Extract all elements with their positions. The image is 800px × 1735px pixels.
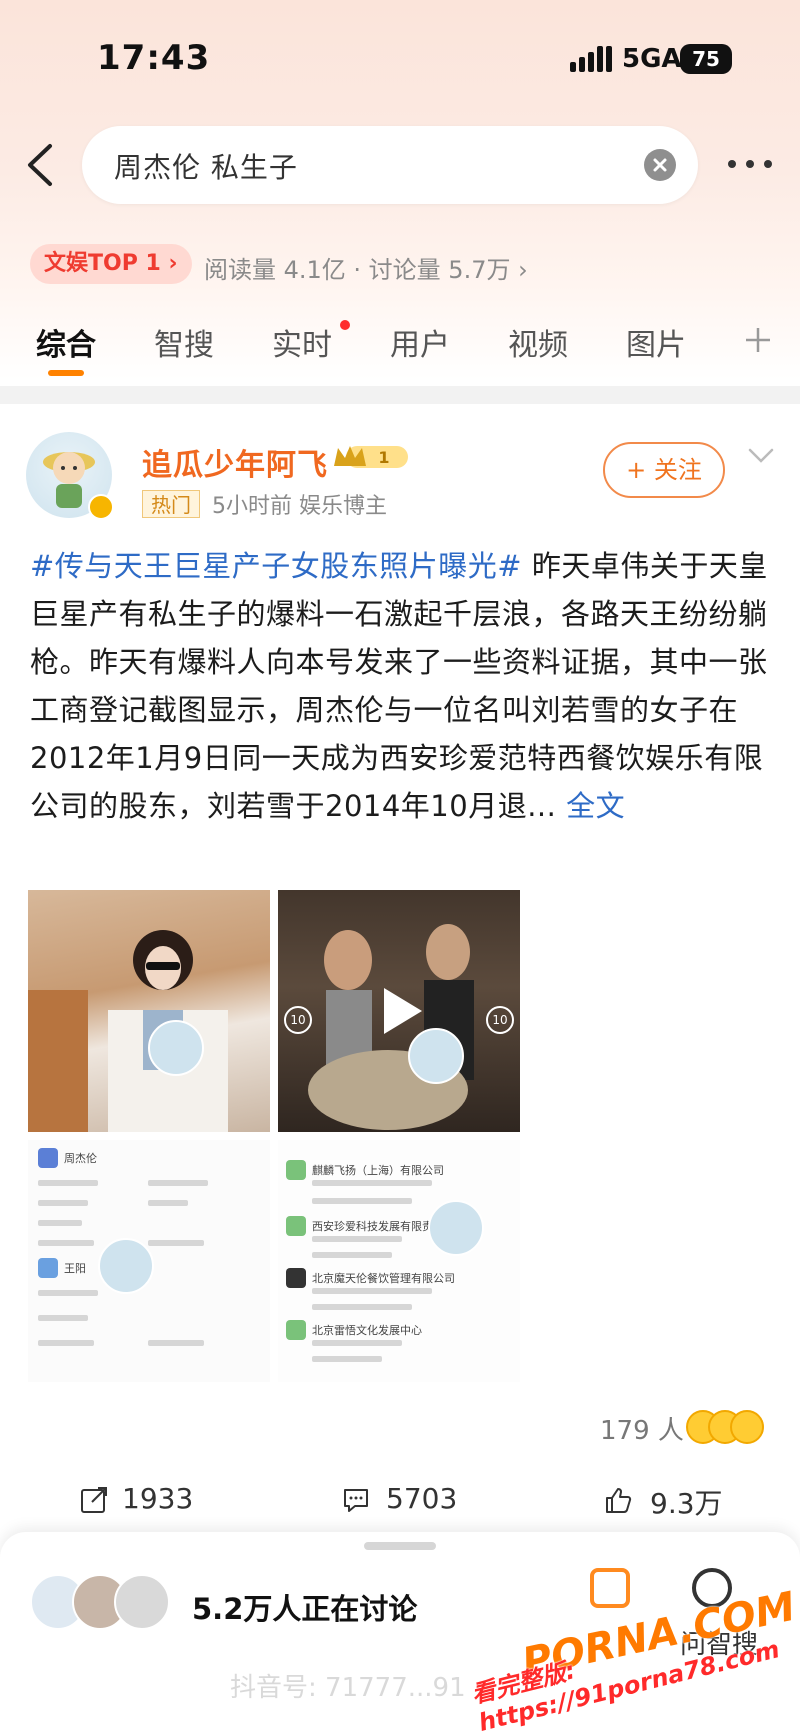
company-logo-icon [286,1320,306,1340]
topic-hashtag[interactable]: #传与天王巨星产子女股东照片曝光# [30,549,522,583]
vip-level-text: 1 [378,448,389,467]
share-icon[interactable] [80,1486,108,1514]
post-meta: 5小时前 娱乐博主 [212,494,387,519]
discussion-count[interactable]: 5.2万人正在讨论 [192,1586,417,1628]
search-row: 周杰伦 私生子 [0,120,800,210]
battery-icon: 75 [680,44,732,74]
clear-icon[interactable] [644,149,676,181]
verified-badge-icon [88,494,114,520]
share-count[interactable]: 1933 [122,1482,193,1515]
company-name: 北京魔天伦餐饮管理有限公司 [312,1272,455,1285]
comment-icon[interactable] [342,1486,370,1514]
participant-avatar [114,1574,170,1630]
author-name[interactable]: 追瓜少年阿飞 [142,440,328,484]
trend-row: 文娱TOP 1 › 阅读量 4.1亿 · 讨论量 5.7万 › [0,240,800,290]
watermark-avatar-icon [148,1020,204,1076]
person-logo-icon [38,1258,58,1278]
rewind-icon[interactable]: 10 [284,1006,312,1034]
search-tabs: 综合 智搜 实时 用户 视频 图片 [0,312,800,382]
company-logo-icon [286,1160,306,1180]
post-image-3[interactable]: 周杰伦 王阳 [28,1140,270,1382]
smart-search-icon[interactable] [590,1568,630,1608]
reaction-row: 179 人 [0,1400,800,1450]
plus-icon[interactable] [744,326,772,354]
full-text-link[interactable]: 全文 [556,789,625,823]
company-logo-icon [286,1268,306,1288]
action-bar: 1933 5703 9.3万 [0,1472,800,1532]
watermark-avatar-icon [408,1028,464,1084]
tab-smart-search[interactable]: 智搜 [154,320,214,364]
trend-stats[interactable]: 阅读量 4.1亿 · 讨论量 5.7万 › [204,250,528,285]
tab-video[interactable]: 视频 [508,320,568,364]
status-time: 17:43 [97,38,211,78]
person-logo-icon [38,1148,58,1168]
trend-badge[interactable]: 文娱TOP 1 › [30,244,192,284]
more-icon[interactable] [726,154,774,174]
tab-comprehensive[interactable]: 综合 [36,320,96,364]
tab-realtime[interactable]: 实时 [272,320,332,364]
search-query-text: 周杰伦 私生子 [114,151,298,184]
back-arrow-icon[interactable] [22,142,62,188]
play-icon[interactable] [380,986,424,1036]
shareholder-name: 周杰伦 [64,1152,97,1165]
post-image-1[interactable] [28,890,270,1132]
post-body: 昨天卓伟关于天皇巨星产有私生子的爆料一石激起千层浪，各路天王纷纷躺枪。昨天有爆料… [30,549,768,823]
like-icon[interactable] [604,1486,632,1514]
comment-count[interactable]: 5703 [386,1482,457,1515]
reaction-count[interactable]: 179 人 [600,1410,684,1447]
kiss-emoji-icon [730,1410,764,1444]
watermark-avatar-icon [98,1238,154,1294]
shareholder-name: 王阳 [64,1262,86,1275]
active-tab-indicator [48,370,84,376]
tab-users[interactable]: 用户 [390,320,450,364]
post-video-thumbnail[interactable]: 10 10 [278,890,520,1132]
forward-icon[interactable]: 10 [486,1006,514,1034]
company-name: 北京雷悟文化发展中心 [312,1324,422,1337]
sheet-drag-handle[interactable] [364,1542,436,1550]
company-logo-icon [286,1216,306,1236]
signal-icon [570,46,612,72]
post-image-4[interactable]: 麒麟飞扬（上海）有限公司 西安珍爱科技发展有限责任公司 北京魔天伦餐饮管理有限公… [278,1140,520,1382]
status-bar: 17:43 5GA 75 [0,0,800,110]
like-count[interactable]: 9.3万 [650,1482,723,1522]
company-name: 麒麟飞扬（上海）有限公司 [312,1164,444,1177]
post-text: #传与天王巨星产子女股东照片曝光# 昨天卓伟关于天皇巨星产有私生子的爆料一石激起… [30,542,775,830]
section-divider [0,386,800,404]
chevron-down-icon[interactable] [746,446,776,466]
follow-button[interactable]: + 关注 [603,442,725,498]
watermark-avatar-icon [428,1200,484,1256]
hot-tag: 热门 [142,490,200,518]
vip-level-badge: 1 [334,446,408,468]
douyin-watermark: 抖音号: 71777...91 [230,1673,466,1703]
notification-dot [340,320,350,330]
tab-images[interactable]: 图片 [626,320,686,364]
network-label: 5GA [622,44,682,74]
search-input[interactable]: 周杰伦 私生子 [82,126,698,204]
